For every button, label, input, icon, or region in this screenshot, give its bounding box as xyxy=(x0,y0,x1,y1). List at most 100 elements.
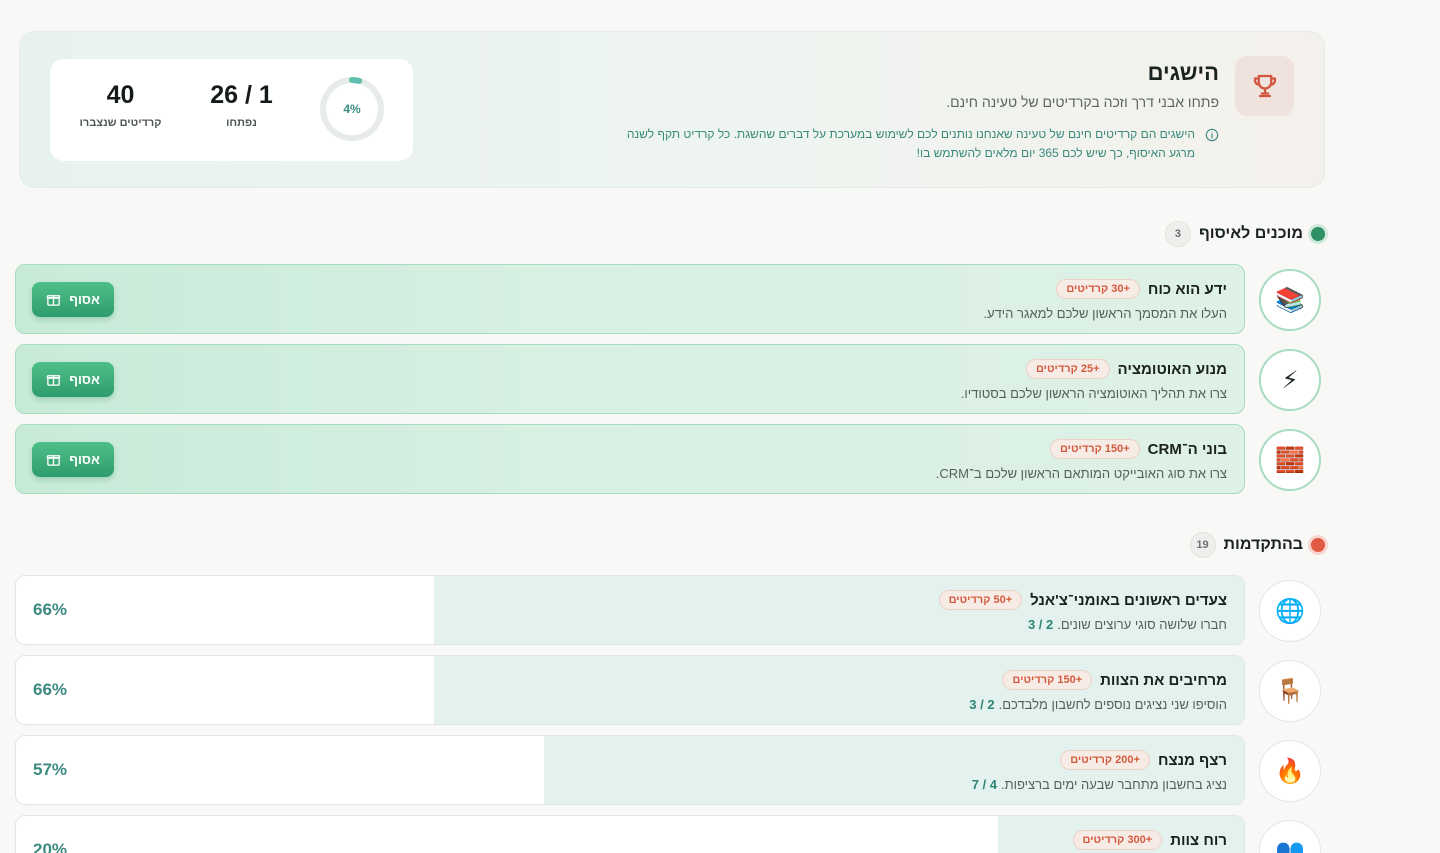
progress-percent-label: 57% xyxy=(33,760,68,779)
achievement-text: מנוע האוטומציה +25 קרדיטים צרו את תהליך הא… xyxy=(961,359,1227,401)
achievement-title: מרחיבים את הצוות xyxy=(1100,671,1227,689)
ready-status-dot xyxy=(1311,227,1325,241)
achievement-text: ידע הוא כוח +30 קרדיטים העלו את המסמך הראש… xyxy=(983,279,1227,321)
fire-icon: 🔥 xyxy=(1259,740,1321,802)
info-text-line-2: מרגע האיסוף, כך שיש לכם 365 יום מלאים לה… xyxy=(916,146,1195,160)
achievement-card: בוני ה־CRM +150 קרדיטים צרו את סוג האובייק… xyxy=(15,424,1245,494)
gift-icon xyxy=(46,295,61,306)
achievements-header-card: הישגים פתחו אבני דרך וזכה בקרדיטים של טע… xyxy=(19,31,1325,188)
achievement-card: רצף מנצח +200 קרדיטים נציג בחשבון מתחבר שב… xyxy=(15,735,1245,805)
progress-count: 4 / 7 xyxy=(971,777,998,792)
credits-earned-label: קרדיטים שנצברו xyxy=(79,117,162,129)
achievement-title-line: בוני ה־CRM +150 קרדיטים xyxy=(936,439,1227,459)
achievement-description: צרו את סוג האובייקט המותאם הראשון שלכם ב… xyxy=(935,466,1227,481)
achievement-text: מרחיבים את הצוות +150 קרדיטים הוסיפו שני נ… xyxy=(969,670,1227,712)
unlocked-stat: 1 / 26 נפתחו xyxy=(200,81,283,129)
achievement-title-line: מרחיבים את הצוות +150 קרדיטים xyxy=(969,670,1227,690)
description-text: חברו שלושה סוגי ערוצים שונים. xyxy=(1057,617,1227,632)
progress-section-title: בהתקדמות xyxy=(1223,536,1303,553)
progress-count-badge: 19 xyxy=(1189,532,1216,558)
collect-button-label: אסוף xyxy=(69,452,100,467)
info-text-line-1: הישגים הם קרדיטים חינם של טעינה שאנחנו נ… xyxy=(626,127,1195,141)
info-icon xyxy=(1205,128,1219,142)
bricks-icon: 🧱 xyxy=(1259,429,1321,491)
achievement-title: מנוע האוטומציה xyxy=(1117,360,1227,378)
progress-count: 2 / 3 xyxy=(1027,617,1054,632)
credits-badge: +50 קרדיטים xyxy=(938,590,1023,610)
achievement-title-line: רצף מנצח +200 קרדיטים xyxy=(972,750,1227,770)
achievement-row: 🌐 צעדים ראשונים באומני־צ'אנל +50 קרדיטים חב… xyxy=(15,575,1325,645)
progress-count: 2 / 3 xyxy=(969,697,995,712)
stats-card: 40 קרדיטים שנצברו 1 / 26 נפתחו 4% xyxy=(50,59,413,161)
credits-earned-stat: 40 קרדיטים שנצברו xyxy=(77,81,164,129)
description-text: נציג בחשבון מתחבר שבעה ימים ברציפות. xyxy=(1001,777,1227,792)
achievement-description: העלו את המסמך הראשון שלכם למאגר הידע. xyxy=(983,306,1227,321)
progress-section-header: בהתקדמות 19 xyxy=(1189,531,1325,559)
trophy-icon xyxy=(1253,74,1276,98)
achievement-row: 👥 רוח צוות +300 קרדיטים 20% xyxy=(15,815,1325,853)
chair-icon: 🪑 xyxy=(1259,660,1321,722)
achievement-row: ⚡ מנוע האוטומציה +25 קרדיטים צרו את תהליך ה… xyxy=(15,344,1325,414)
progress-percent-label: 66% xyxy=(33,600,68,619)
achievement-row: 🔥 רצף מנצח +200 קרדיטים נציג בחשבון מתחבר ש… xyxy=(15,735,1325,805)
achievement-description: חברו שלושה סוגי ערוצים שונים.2 / 3 xyxy=(939,617,1227,632)
lightning-icon: ⚡ xyxy=(1259,349,1321,411)
achievement-title-line: מנוע האוטומציה +25 קרדיטים xyxy=(961,359,1227,379)
page-subtitle: פתחו אבני דרך וזכה בקרדיטים של טעינה חינ… xyxy=(946,94,1219,110)
achievement-title: רוח צוות xyxy=(1170,831,1227,849)
achievement-text: רצף מנצח +200 קרדיטים נציג בחשבון מתחבר שב… xyxy=(972,750,1227,792)
achievement-text: רוח צוות +300 קרדיטים xyxy=(1072,830,1227,850)
achievement-description: צרו את תהליך האוטומציה הראשון שלכם בסטוד… xyxy=(960,386,1227,401)
credits-badge: +200 קרדיטים xyxy=(1060,750,1150,770)
globe-icon: 🌐 xyxy=(1259,580,1321,642)
achievement-title-line: רוח צוות +300 קרדיטים xyxy=(1072,830,1227,850)
collect-button-label: אסוף xyxy=(69,372,100,387)
achievement-description: נציג בחשבון מתחבר שבעה ימים ברציפות.4 / … xyxy=(972,777,1227,792)
achievement-card: מרחיבים את הצוות +150 קרדיטים הוסיפו שני נ… xyxy=(15,655,1245,725)
credits-badge: +150 קרדיטים xyxy=(1049,439,1140,459)
collect-button[interactable]: אסוף xyxy=(32,282,114,317)
gift-icon xyxy=(46,455,61,466)
progress-percent-label: 66% xyxy=(33,680,68,699)
info-note: הישגים הם קרדיטים חינם של טעינה שאנחנו נ… xyxy=(599,125,1219,163)
achievement-description: הוסיפו שני נציגים נוספים לחשבון מלבדכם.2… xyxy=(969,697,1227,712)
achievement-title: צעדים ראשונים באומני־צ'אנל xyxy=(1030,591,1227,609)
ready-count-badge: 3 xyxy=(1164,221,1191,247)
progress-percent: 4% xyxy=(343,102,361,116)
credits-badge: +150 קרדיטים xyxy=(1002,670,1093,690)
collect-button-label: אסוף xyxy=(69,292,100,307)
credits-badge: +25 קרדיטים xyxy=(1025,359,1110,379)
unlocked-value: 1 / 26 xyxy=(210,81,273,109)
achievement-text: בוני ה־CRM +150 קרדיטים צרו את סוג האובייק… xyxy=(936,439,1227,481)
credits-badge: +300 קרדיטים xyxy=(1072,830,1163,850)
achievement-card: צעדים ראשונים באומני־צ'אנל +50 קרדיטים חבר… xyxy=(15,575,1245,645)
achievement-row: 🧱 בוני ה־CRM +150 קרדיטים צרו את סוג האוביי… xyxy=(15,424,1325,494)
achievement-title-line: צעדים ראשונים באומני־צ'אנל +50 קרדיטים xyxy=(938,590,1227,610)
achievement-card: רוח צוות +300 קרדיטים 20% xyxy=(15,815,1245,853)
page-title: הישגים xyxy=(1147,60,1219,85)
collect-button[interactable]: אסוף xyxy=(32,362,114,397)
trophy-badge xyxy=(1235,56,1294,116)
progress-status-dot xyxy=(1311,538,1325,552)
achievement-title: בוני ה־CRM xyxy=(1147,440,1227,458)
books-icon: 📚 xyxy=(1259,269,1321,331)
ready-section-title: מוכנים לאיסוף xyxy=(1198,225,1303,242)
team-icon: 👥 xyxy=(1259,820,1321,853)
gift-icon xyxy=(46,375,61,386)
credits-badge: +30 קרדיטים xyxy=(1056,279,1140,299)
achievement-card: ידע הוא כוח +30 קרדיטים העלו את המסמך הראש… xyxy=(15,264,1245,334)
ready-section-header: מוכנים לאיסוף 3 xyxy=(1164,220,1325,248)
description-text: הוסיפו שני נציגים נוספים לחשבון מלבדכם. xyxy=(998,697,1227,712)
collect-button[interactable]: אסוף xyxy=(32,442,114,477)
achievement-row: 🪑 מרחיבים את הצוות +150 קרדיטים הוסיפו שני … xyxy=(15,655,1325,725)
achievement-row: 📚 ידע הוא כוח +30 קרדיטים העלו את המסמך הרא… xyxy=(15,264,1325,334)
achievement-text: צעדים ראשונים באומני־צ'אנל +50 קרדיטים חבר… xyxy=(938,590,1227,632)
unlocked-label: נפתחו xyxy=(226,117,257,129)
achievement-title: ידע הוא כוח xyxy=(1147,280,1227,298)
achievement-title: רצף מנצח xyxy=(1157,751,1227,769)
credits-earned-value: 40 xyxy=(106,81,135,109)
achievement-card: מנוע האוטומציה +25 קרדיטים צרו את תהליך הא… xyxy=(15,344,1245,414)
achievement-title-line: ידע הוא כוח +30 קרדיטים xyxy=(983,279,1227,299)
progress-percent-label: 20% xyxy=(33,840,68,853)
achievements-page: הישגים פתחו אבני דרך וזכה בקרדיטים של טע… xyxy=(15,31,1325,853)
